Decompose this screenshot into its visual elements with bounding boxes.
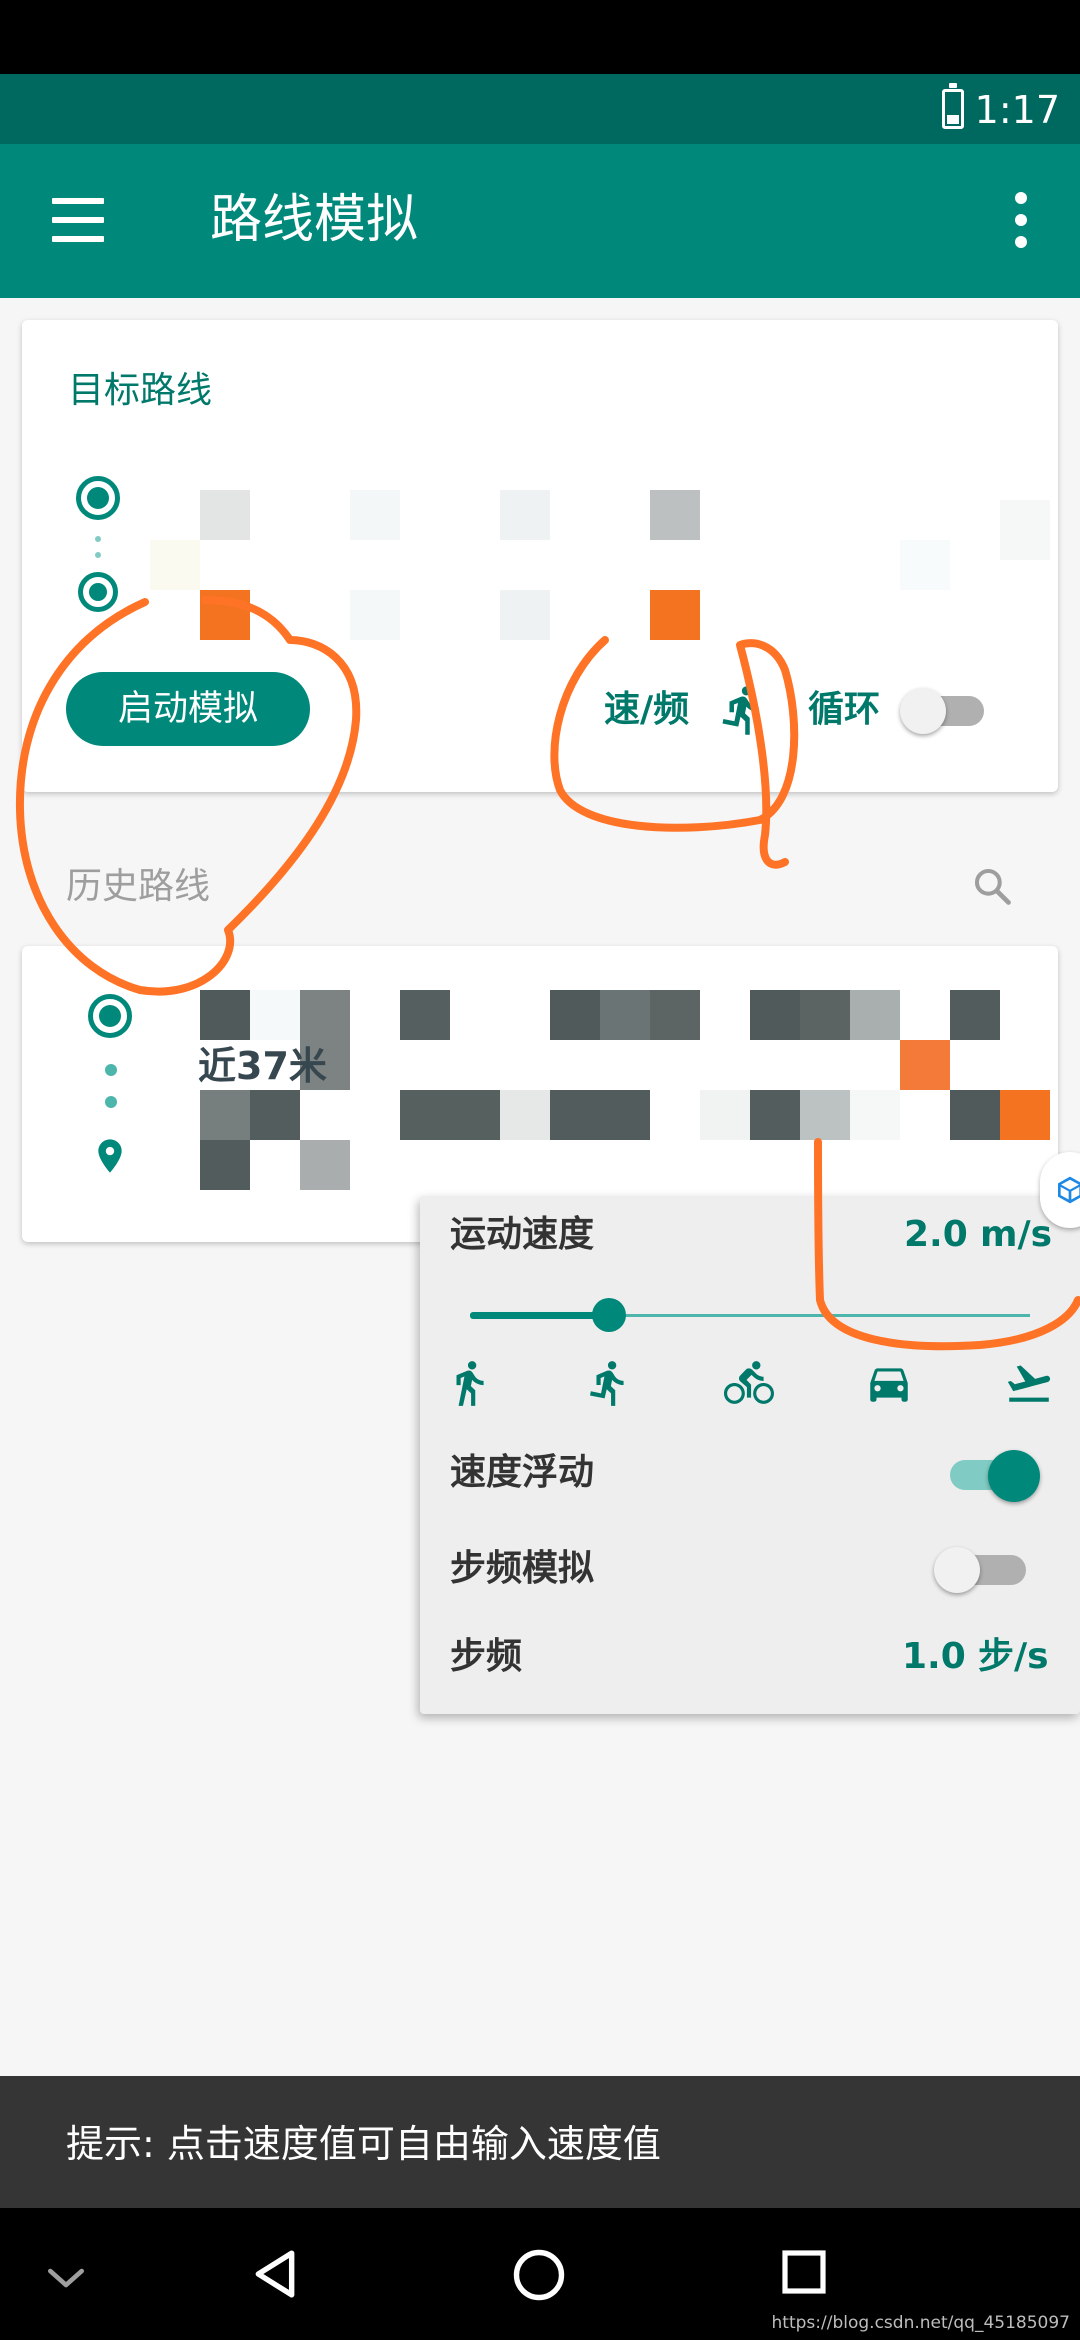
history-route-distance: 近37米: [198, 1044, 327, 1088]
speed-slider-fill: [470, 1312, 610, 1319]
speed-float-switch-thumb[interactable]: [988, 1450, 1040, 1502]
step-simulation-label: 步频模拟: [450, 1548, 595, 1589]
app-bar: 路线模拟: [0, 144, 1080, 298]
target-route-label: 目标路线: [68, 370, 213, 411]
floating-cube-icon[interactable]: [1040, 1152, 1080, 1228]
recent-apps-icon[interactable]: [780, 2248, 828, 2296]
toast-text: 提示: 点击速度值可自由输入速度值: [66, 2122, 661, 2166]
loop-label: 循环: [808, 689, 881, 730]
page-title: 路线模拟: [210, 190, 419, 250]
speed-frequency-button[interactable]: 速/频: [604, 685, 689, 735]
speed-float-label: 速度浮动: [450, 1452, 595, 1493]
route-dot: [95, 552, 101, 558]
back-icon[interactable]: [250, 2246, 300, 2302]
route-dot: [105, 1064, 117, 1076]
start-point-icon: [76, 476, 120, 520]
speed-unit: m/s: [980, 1214, 1053, 1255]
run-icon[interactable]: [716, 682, 770, 738]
history-route-text: [200, 990, 1060, 1190]
speed-slider-thumb[interactable]: [592, 1298, 626, 1332]
target-route-text[interactable]: [150, 440, 1050, 640]
bike-icon[interactable]: [724, 1358, 774, 1408]
battery-icon: [942, 83, 964, 129]
status-bar: 1:17: [0, 74, 1080, 144]
speed-label: 运动速度: [450, 1214, 595, 1255]
route-dot: [105, 1096, 117, 1108]
plane-icon[interactable]: [1004, 1358, 1054, 1408]
status-time: 1:17: [974, 88, 1060, 132]
location-pin-icon: [98, 1139, 122, 1173]
step-frequency-label: 步频: [450, 1636, 523, 1677]
watermark: https://blog.csdn.net/qq_45185097: [771, 2313, 1070, 2333]
search-icon[interactable]: [970, 864, 1014, 908]
end-point-icon: [78, 572, 118, 612]
car-icon[interactable]: [864, 1358, 914, 1408]
start-point-icon: [88, 994, 132, 1038]
step-frequency-value[interactable]: 1.0: [902, 1632, 966, 1682]
route-dot: [95, 536, 101, 542]
run-icon[interactable]: [584, 1358, 634, 1408]
loop-switch-thumb[interactable]: [900, 688, 946, 734]
history-route-label: 历史路线: [66, 866, 211, 907]
more-vert-icon[interactable]: [1012, 192, 1032, 252]
step-frequency-unit: 步/s: [978, 1636, 1049, 1677]
menu-icon[interactable]: [52, 198, 104, 242]
step-simulation-switch-thumb[interactable]: [934, 1547, 980, 1593]
walk-icon[interactable]: [444, 1358, 494, 1408]
top-black-bar: [0, 0, 1080, 74]
start-simulation-button[interactable]: 启动模拟: [66, 672, 310, 746]
toast-message: 提示: 点击速度值可自由输入速度值: [0, 2076, 1080, 2208]
chevron-down-icon[interactable]: [44, 2264, 88, 2292]
speed-value[interactable]: 2.0: [904, 1210, 968, 1260]
home-icon[interactable]: [512, 2248, 566, 2302]
navigation-bar: https://blog.csdn.net/qq_45185097: [0, 2208, 1080, 2340]
